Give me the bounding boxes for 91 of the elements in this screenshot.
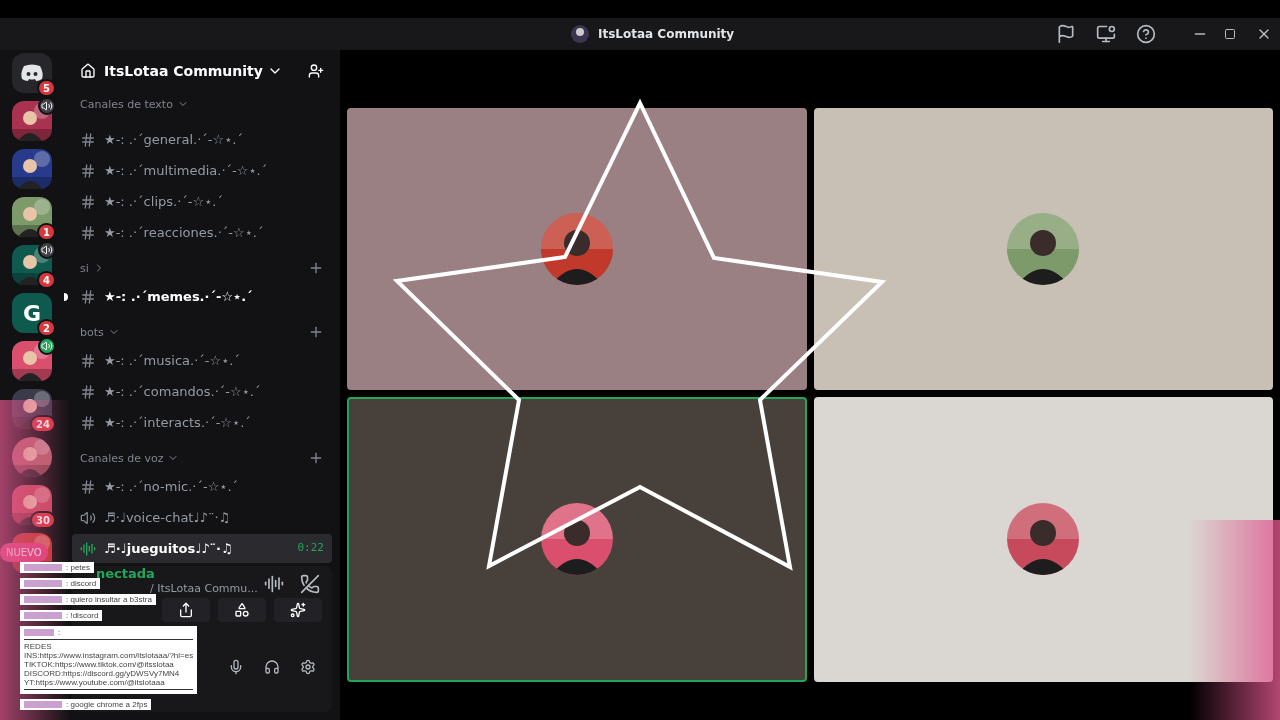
- invite-icon[interactable]: [308, 63, 324, 79]
- shapes-icon: [234, 602, 250, 618]
- activities-button[interactable]: [218, 598, 266, 622]
- server-icon: [570, 24, 590, 44]
- discord-logo-icon: [20, 63, 44, 83]
- voice-channel-path[interactable]: / ItsLotaa Commu...: [150, 582, 258, 596]
- hash-icon: [80, 162, 96, 179]
- chat-text: TIKTOK:https://www.tiktok.com/@itsslotaa: [24, 660, 174, 669]
- hash-icon: [80, 414, 96, 431]
- speaker-icon: [80, 509, 96, 526]
- audio-wave-icon: [80, 540, 96, 557]
- badge: 5: [37, 79, 56, 97]
- hash-icon: [80, 478, 96, 495]
- chat-text: : petes: [66, 563, 90, 572]
- channel-name: ★-: .·ˊmusica.·ˊ-☆⋆.ˊ: [104, 351, 240, 370]
- channel-item[interactable]: ★-: .·ˊclips.·ˊ-☆⋆.ˊ: [72, 187, 332, 216]
- chat-text: : !discord: [66, 611, 99, 620]
- home-button[interactable]: [12, 53, 52, 93]
- add-channel-icon[interactable]: [308, 324, 324, 340]
- channel-name: ★-: .·ˊinteracts.·ˊ-☆⋆.ˊ: [104, 413, 251, 432]
- channel-item[interactable]: ♬·♩voice-chat♩♪¨·♫: [72, 503, 332, 532]
- category-header[interactable]: si: [80, 262, 89, 274]
- disconnect-icon[interactable]: [300, 574, 320, 594]
- chat-text: :: [58, 628, 61, 637]
- badge: 24: [30, 415, 56, 433]
- settings-icon[interactable]: [300, 659, 316, 675]
- hash-icon: [80, 352, 96, 369]
- channel-name: ★-: .·ˊno-mic.·ˊ-☆⋆.ˊ: [104, 477, 239, 496]
- blurred-username: [24, 612, 62, 619]
- blurred-username: [24, 701, 62, 708]
- headphones-icon[interactable]: [264, 659, 280, 675]
- badge: 30: [30, 511, 56, 529]
- channel-item[interactable]: ★-: .·ˊreacciones.·ˊ-☆⋆.ˊ: [72, 218, 332, 247]
- maximize-icon[interactable]: [1224, 28, 1236, 40]
- channel-item[interactable]: ★-: .·ˊgeneral.·ˊ-☆⋆.ˊ: [72, 125, 332, 154]
- microphone-icon[interactable]: [228, 659, 244, 675]
- blurred-username: [24, 596, 62, 603]
- hash-icon: [80, 131, 96, 148]
- chat-text: : discord: [66, 579, 97, 588]
- channel-item[interactable]: ★-: .·ˊcomandos.·ˊ-☆⋆.ˊ: [72, 377, 332, 406]
- hash-icon: [80, 193, 96, 210]
- hash-icon: [80, 288, 96, 305]
- add-channel-icon[interactable]: [308, 450, 324, 466]
- channel-name: ★-: .·ˊmemes.·ˊ-☆⋆.ˊ: [104, 287, 253, 306]
- channel-name: ★-: .·ˊgeneral.·ˊ-☆⋆.ˊ: [104, 130, 243, 149]
- category-header[interactable]: Canales de voz: [80, 452, 164, 464]
- new-badge: NUEVO: [0, 543, 48, 562]
- hash-icon: [80, 224, 96, 241]
- blurred-username: [24, 580, 62, 587]
- chat-text: : quiero insultar a b3stra: [66, 595, 152, 604]
- channel-item[interactable]: ♬·♩jueguitos♩♪¨·♫ 0:22: [72, 534, 332, 563]
- badge: 4: [37, 271, 56, 289]
- channel-name: ★-: .·ˊcomandos.·ˊ-☆⋆.ˊ: [104, 382, 261, 401]
- channel-name: ★-: .·ˊreacciones.·ˊ-☆⋆.ˊ: [104, 223, 264, 242]
- add-channel-icon[interactable]: [308, 260, 324, 276]
- category-header[interactable]: Canales de texto: [80, 99, 173, 110]
- window-title: ItsLotaa Community: [598, 26, 735, 43]
- channel-item[interactable]: ★-: .·ˊmemes.·ˊ-☆⋆.ˊ: [72, 282, 332, 311]
- video-tile[interactable]: [347, 396, 807, 682]
- badge: 1: [37, 223, 56, 241]
- video-tile[interactable]: [347, 108, 807, 390]
- channel-item[interactable]: ★-: .·ˊinteracts.·ˊ-☆⋆.ˊ: [72, 408, 332, 437]
- blurred-username: [24, 564, 62, 571]
- hash-icon: [80, 383, 96, 400]
- help-icon[interactable]: [1136, 24, 1156, 44]
- audio-wave-icon[interactable]: [264, 574, 284, 594]
- sparkles-icon: [290, 602, 306, 618]
- blurred-username: [24, 629, 54, 636]
- video-tile[interactable]: [813, 108, 1273, 390]
- call-timer: 0:22: [297, 540, 324, 557]
- chat-text: INS:https://www.instagram.com/itslotaaa/?hl=es: [24, 651, 194, 660]
- flag-icon[interactable]: [1056, 24, 1076, 44]
- chat-text: DISCORD:https://discord.gg/yDWSVy7MN4: [24, 669, 180, 678]
- server-name[interactable]: ItsLotaa Community: [104, 60, 263, 82]
- channel-item[interactable]: ★-: .·ˊmusica.·ˊ-☆⋆.ˊ: [72, 346, 332, 375]
- chat-text: : google chrome a 2fps: [66, 700, 148, 709]
- channel-name: ★-: .·ˊclips.·ˊ-☆⋆.ˊ: [104, 192, 223, 211]
- chat-text: REDES: [24, 642, 52, 651]
- server-home-icon: [80, 63, 96, 79]
- channel-item[interactable]: ★-: .·ˊmultimedia.·ˊ-☆⋆.ˊ: [72, 156, 332, 185]
- soundboard-button[interactable]: [274, 598, 322, 622]
- connection-status: nectada: [96, 566, 155, 582]
- channel-name: ★-: .·ˊmultimedia.·ˊ-☆⋆.ˊ: [104, 161, 268, 180]
- channel-item[interactable]: ★-: .·ˊno-mic.·ˊ-☆⋆.ˊ: [72, 472, 332, 501]
- share-button[interactable]: [162, 598, 210, 622]
- share-icon: [178, 602, 194, 618]
- video-tile[interactable]: [813, 396, 1273, 682]
- chat-text: YT:https://www.youtube.com/@itslotaaa: [24, 678, 165, 687]
- channel-name: ♬·♩voice-chat♩♪¨·♫: [104, 508, 231, 527]
- channel-name: ♬·♩jueguitos♩♪¨·♫: [104, 539, 233, 558]
- category-header[interactable]: bots: [80, 326, 104, 338]
